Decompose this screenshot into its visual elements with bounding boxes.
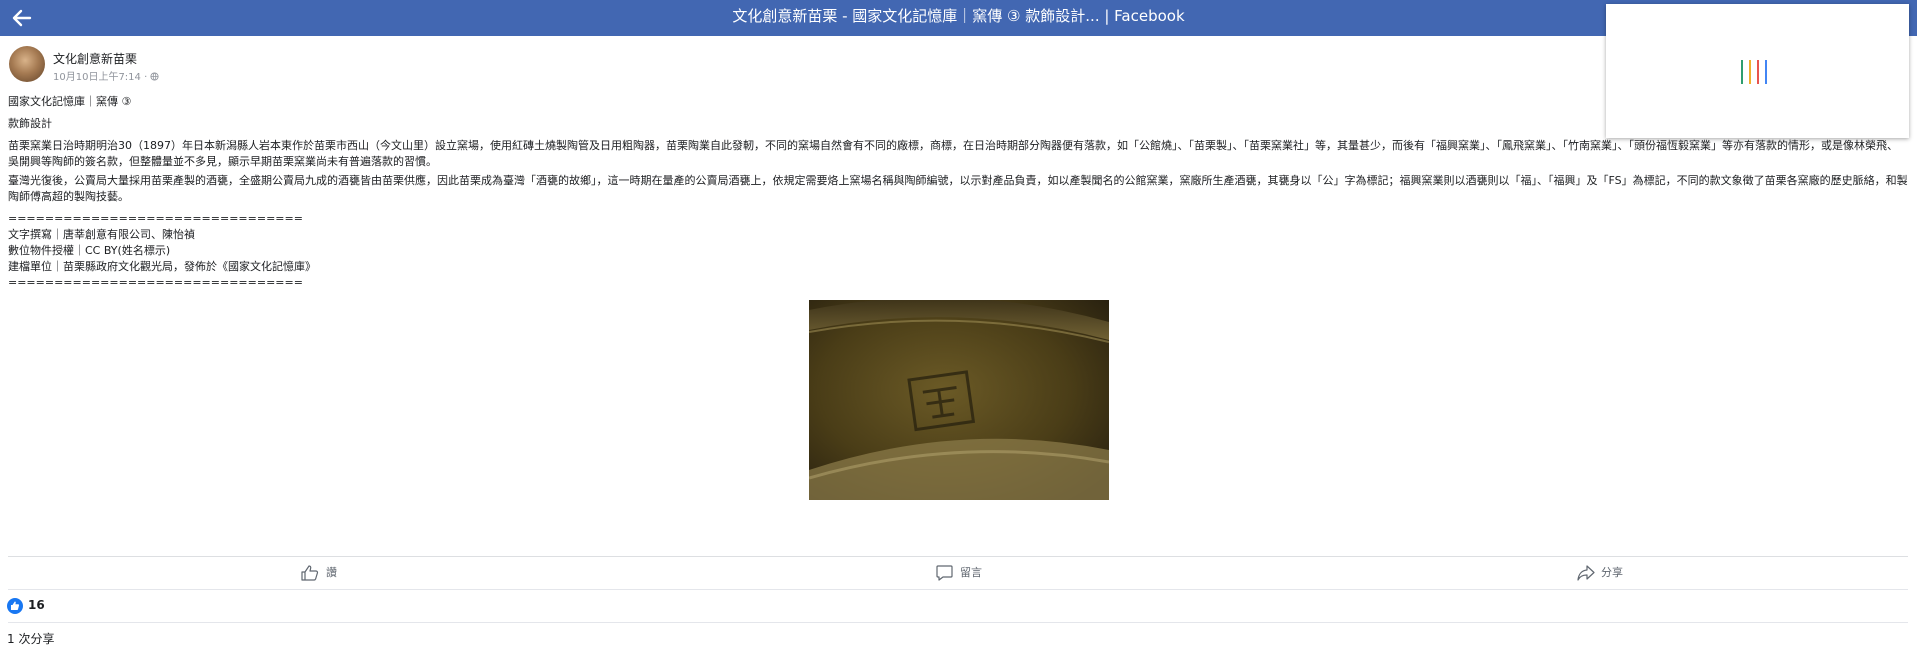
comment-label: 留言 <box>960 566 982 579</box>
post-actions: 讚 留言 分享 <box>8 558 1908 588</box>
post-paragraph: ================================ <box>8 212 303 225</box>
loading-spinner-bar <box>1757 60 1759 84</box>
share-count[interactable]: 1 次分享 <box>7 630 54 647</box>
loading-card <box>1606 4 1909 138</box>
post-photo[interactable] <box>809 300 1109 500</box>
post-timestamp[interactable]: 10月10日上午7:14 <box>53 72 141 83</box>
comment-icon <box>936 565 953 581</box>
like-reaction-icon <box>7 598 23 614</box>
post-paragraph: ================================ <box>8 276 303 289</box>
like-label: 讚 <box>326 566 337 579</box>
avatar[interactable] <box>9 46 45 82</box>
comment-button[interactable]: 留言 <box>936 558 1006 588</box>
share-icon <box>1577 565 1595 581</box>
post-paragraph: 臺灣光復後，公賣局大量採用苗栗產製的酒甕，全盛期公賣局九成的酒甕皆由苗栗供應，因… <box>8 174 1908 203</box>
like-count: 16 <box>28 598 45 612</box>
post-paragraph: 苗栗窯業日治時期明治30（1897）年日本新潟縣人岩本東作於苗栗市西山（今文山里… <box>8 139 1898 168</box>
post-author[interactable]: 文化創意新苗栗 <box>53 50 137 67</box>
share-label: 分享 <box>1601 566 1623 579</box>
globe-icon <box>150 72 160 81</box>
post-paragraph: 建檔單位｜苗栗縣政府文化觀光局，發佈於《國家文化記憶庫》 <box>8 260 316 273</box>
loading-spinner-bar <box>1749 60 1751 84</box>
share-button[interactable]: 分享 <box>1577 558 1647 588</box>
thumbs-up-icon <box>301 565 319 581</box>
loading-spinner-bar <box>1765 60 1767 84</box>
loading-spinner-bar <box>1741 60 1743 84</box>
post-meta: 10月10日上午7:14 · <box>53 68 160 83</box>
actions-divider-top <box>8 556 1908 557</box>
like-button[interactable]: 讚 <box>301 558 361 588</box>
post-paragraph: 數位物件授權｜CC BY(姓名標示) <box>8 244 171 257</box>
post-paragraph: 文字撰寫｜唐莘創意有限公司、陳怡禎 <box>8 228 195 241</box>
actions-divider-bottom <box>8 589 1908 590</box>
